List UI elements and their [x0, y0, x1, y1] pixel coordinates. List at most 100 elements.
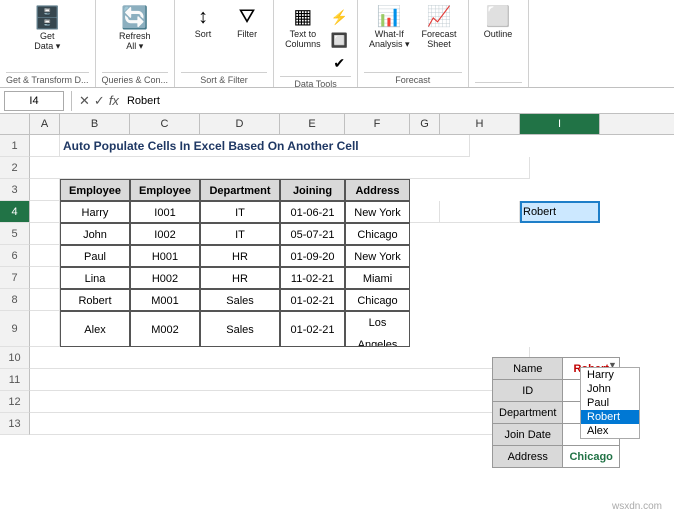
row-8: 8 Robert M001 Sales 01-02-21 Chicago — [0, 289, 674, 311]
sort-button[interactable]: ↕ Sort — [181, 4, 225, 42]
lookup-addr-value[interactable]: Chicago — [563, 446, 619, 468]
row-num-12: 12 — [0, 391, 30, 413]
dropdown-item-alex[interactable]: Alex — [581, 424, 639, 438]
insert-function-icon[interactable]: fx — [109, 93, 119, 109]
group-label-get-transform: Get & Transform D... — [6, 72, 89, 85]
confirm-formula-icon[interactable]: ✓ — [94, 93, 105, 109]
cell-E4[interactable]: 01-06-21 — [280, 201, 345, 223]
ribbon-group-forecast: 📊 What-IfAnalysis ▾ 📈 ForecastSheet Fore… — [358, 0, 469, 87]
cell-E9[interactable]: 01-02-21 — [280, 311, 345, 347]
cell-C3[interactable]: EmployeeID — [130, 179, 200, 201]
cell-E7[interactable]: 11-02-21 — [280, 267, 345, 289]
cell-B1[interactable]: Auto Populate Cells In Excel Based On An… — [60, 135, 470, 157]
cell-E3[interactable]: JoiningDate — [280, 179, 345, 201]
forecast-sheet-button[interactable]: 📈 ForecastSheet — [417, 4, 462, 52]
remove-duplicates-button[interactable]: 🔲 — [328, 30, 351, 51]
cell-B5[interactable]: John — [60, 223, 130, 245]
row-num-header — [0, 114, 30, 134]
flash-fill-button[interactable]: ⚡ — [328, 7, 351, 28]
refresh-all-button[interactable]: 🔄 RefreshAll ▾ — [114, 4, 156, 55]
cell-H4[interactable] — [440, 201, 520, 223]
cell-A13[interactable] — [30, 413, 530, 435]
dropdown-item-harry[interactable]: Harry — [581, 368, 639, 382]
cell-D5[interactable]: IT — [200, 223, 280, 245]
get-data-button[interactable]: 🗄️ GetData ▾ — [29, 4, 66, 55]
cell-A9[interactable] — [30, 311, 60, 347]
formula-input[interactable] — [123, 94, 670, 108]
cell-E5[interactable]: 05-07-21 — [280, 223, 345, 245]
cell-A10[interactable] — [30, 347, 530, 369]
lookup-name-label: Name — [493, 358, 563, 380]
row-num-6: 6 — [0, 245, 30, 267]
col-header-A[interactable]: A — [30, 114, 60, 134]
cell-D7[interactable]: HR — [200, 267, 280, 289]
row-7: 7 Lina H002 HR 11-02-21 Miami — [0, 267, 674, 289]
cell-A11[interactable] — [30, 369, 530, 391]
cell-F4[interactable]: New York — [345, 201, 410, 223]
cancel-formula-icon[interactable]: ✕ — [79, 93, 90, 109]
cell-B4[interactable]: Harry — [60, 201, 130, 223]
col-header-E[interactable]: E — [280, 114, 345, 134]
dropdown-item-robert[interactable]: Robert — [581, 410, 639, 424]
flash-fill-icon: ⚡ — [331, 9, 348, 26]
cell-C9[interactable]: M002 — [130, 311, 200, 347]
cell-A3[interactable] — [30, 179, 60, 201]
cell-F5[interactable]: Chicago — [345, 223, 410, 245]
group-label-outline — [475, 82, 522, 85]
col-header-H[interactable]: H — [440, 114, 520, 134]
data-validation-button[interactable]: ✔ — [328, 53, 351, 74]
cell-A2[interactable] — [30, 157, 530, 179]
what-if-button[interactable]: 📊 What-IfAnalysis ▾ — [364, 4, 415, 53]
text-to-columns-button[interactable]: ▦ Text toColumns — [280, 4, 326, 52]
cell-F9[interactable]: LosAngeles — [345, 311, 410, 347]
cell-A1[interactable] — [30, 135, 60, 157]
cell-G4[interactable] — [410, 201, 440, 223]
cell-A8[interactable] — [30, 289, 60, 311]
cell-F8[interactable]: Chicago — [345, 289, 410, 311]
cell-A4[interactable] — [30, 201, 60, 223]
cell-B8[interactable]: Robert — [60, 289, 130, 311]
cell-D4[interactable]: IT — [200, 201, 280, 223]
name-dropdown[interactable]: Harry John Paul Robert Alex — [580, 367, 640, 439]
col-header-F[interactable]: F — [345, 114, 410, 134]
cell-E6[interactable]: 01-09-20 — [280, 245, 345, 267]
col-header-C[interactable]: C — [130, 114, 200, 134]
cell-D6[interactable]: HR — [200, 245, 280, 267]
cell-C6[interactable]: H001 — [130, 245, 200, 267]
cell-A12[interactable] — [30, 391, 530, 413]
cell-A5[interactable] — [30, 223, 60, 245]
cell-D3[interactable]: Department — [200, 179, 280, 201]
col-header-I[interactable]: I — [520, 114, 600, 134]
cell-B3[interactable]: EmployeeName — [60, 179, 130, 201]
row-num-3: 3 — [0, 179, 30, 201]
col-header-D[interactable]: D — [200, 114, 280, 134]
dropdown-item-paul[interactable]: Paul — [581, 396, 639, 410]
cell-reference-box[interactable] — [4, 91, 64, 111]
cell-B9[interactable]: Alex — [60, 311, 130, 347]
cell-C4[interactable]: I001 — [130, 201, 200, 223]
outline-button[interactable]: ⬜ Outline — [479, 4, 518, 42]
col-header-B[interactable]: B — [60, 114, 130, 134]
cell-F6[interactable]: New York — [345, 245, 410, 267]
cell-B7[interactable]: Lina — [60, 267, 130, 289]
cell-F3[interactable]: Address — [345, 179, 410, 201]
row-num-7: 7 — [0, 267, 30, 289]
cell-A6[interactable] — [30, 245, 60, 267]
row-num-11: 11 — [0, 369, 30, 391]
dropdown-item-john[interactable]: John — [581, 382, 639, 396]
cell-D8[interactable]: Sales — [200, 289, 280, 311]
col-header-G[interactable]: G — [410, 114, 440, 134]
cell-E8[interactable]: 01-02-21 — [280, 289, 345, 311]
lookup-row-addr: Address Chicago — [493, 446, 620, 468]
text-columns-icon: ▦ — [293, 7, 312, 27]
cell-C8[interactable]: M001 — [130, 289, 200, 311]
cell-C5[interactable]: I002 — [130, 223, 200, 245]
row-num-1: 1 — [0, 135, 30, 157]
cell-A7[interactable] — [30, 267, 60, 289]
filter-button[interactable]: ⛛ Filter — [227, 4, 267, 42]
cell-B6[interactable]: Paul — [60, 245, 130, 267]
cell-D9[interactable]: Sales — [200, 311, 280, 347]
cell-I4[interactable]: Robert — [520, 201, 600, 223]
cell-C7[interactable]: H002 — [130, 267, 200, 289]
cell-F7[interactable]: Miami — [345, 267, 410, 289]
